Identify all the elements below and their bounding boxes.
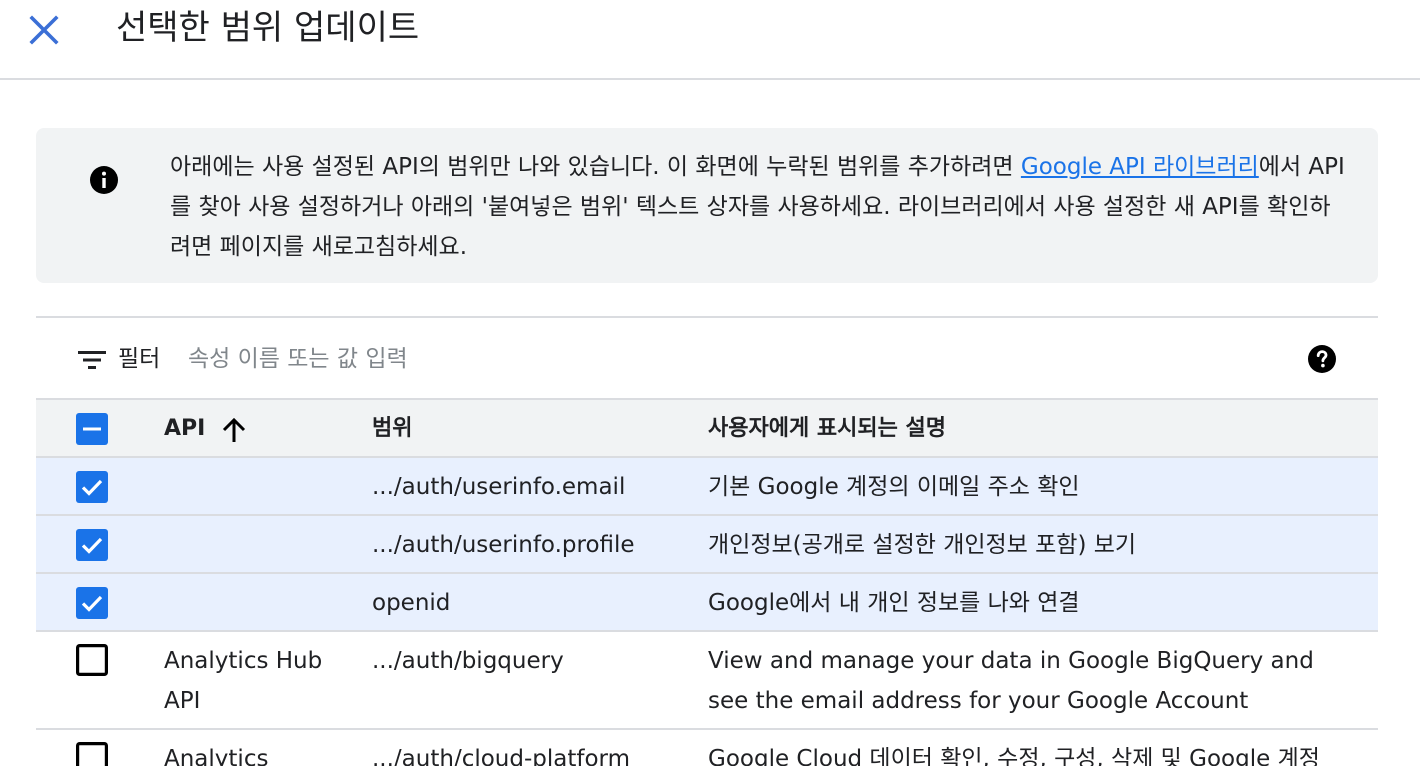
row-api: Analytics Hub API (164, 648, 323, 714)
row-checkbox-checked[interactable] (76, 471, 108, 503)
table-row[interactable]: .../auth/userinfo.profile 개인정보(공개로 설정한 개… (36, 516, 1378, 574)
row-description: Google에서 내 개인 정보를 나와 연결 (708, 590, 1080, 616)
row-description: 개인정보(공개로 설정한 개인정보 포함) 보기 (708, 532, 1137, 558)
row-scope: .../auth/cloud-platform (372, 746, 631, 766)
filter-icon[interactable] (78, 348, 106, 372)
info-text-part-1: 아래에는 사용 설정된 API의 범위만 나와 있습니다. 이 화면에 누락된 … (170, 154, 1021, 180)
row-scope: .../auth/userinfo.profile (372, 532, 635, 558)
row-scope: .../auth/bigquery (372, 648, 564, 674)
select-all-checkbox[interactable] (76, 413, 108, 445)
filter-bar: 필터 (36, 318, 1378, 400)
info-banner: 아래에는 사용 설정된 API의 범위만 나와 있습니다. 이 화면에 누락된 … (36, 128, 1378, 283)
row-checkbox-checked[interactable] (76, 529, 108, 561)
column-header-description[interactable]: 사용자에게 표시되는 설명 (708, 409, 1348, 449)
column-header-scope[interactable]: 범위 (372, 409, 692, 449)
row-description: View and manage your data in Google BigQ… (708, 648, 1314, 714)
dialog-header: 선택한 범위 업데이트 (0, 0, 1420, 80)
api-library-link[interactable]: Google API 라이브러리 (1021, 154, 1259, 180)
close-button[interactable] (24, 10, 64, 50)
filter-label: 필터 (118, 346, 161, 372)
page-title: 선택한 범위 업데이트 (116, 8, 420, 48)
table-row[interactable]: Analytics Hub API .../auth/bigquery View… (36, 632, 1378, 730)
row-api: Analytics (164, 746, 269, 766)
row-checkbox-checked[interactable] (76, 587, 108, 619)
table-row[interactable]: Analytics .../auth/cloud-platform Google… (36, 730, 1378, 766)
table-row[interactable]: openid Google에서 내 개인 정보를 나와 연결 (36, 574, 1378, 632)
row-description: 기본 Google 계정의 이메일 주소 확인 (708, 474, 1080, 500)
info-text: 아래에는 사용 설정된 API의 범위만 나와 있습니다. 이 화면에 누락된 … (170, 147, 1350, 267)
help-icon[interactable] (1308, 345, 1336, 373)
row-scope: .../auth/userinfo.email (372, 474, 626, 500)
scopes-table: 필터 API 범위 사용자에게 표시되는 설명 .../auth/userinf… (36, 316, 1378, 766)
info-icon (90, 166, 118, 194)
row-checkbox-unchecked[interactable] (76, 644, 108, 676)
arrow-up-icon[interactable] (220, 416, 248, 444)
row-scope: openid (372, 590, 451, 616)
row-checkbox-unchecked[interactable] (76, 742, 108, 766)
table-row[interactable]: .../auth/userinfo.email 기본 Google 계정의 이메… (36, 458, 1378, 516)
filter-input[interactable] (188, 340, 788, 378)
table-header-row: API 범위 사용자에게 표시되는 설명 (36, 400, 1378, 458)
column-header-api[interactable]: API (164, 409, 334, 449)
row-description: Google Cloud 데이터 확인, 수정, 구성, 삭제 및 Google… (708, 746, 1320, 766)
close-icon[interactable] (29, 15, 59, 45)
